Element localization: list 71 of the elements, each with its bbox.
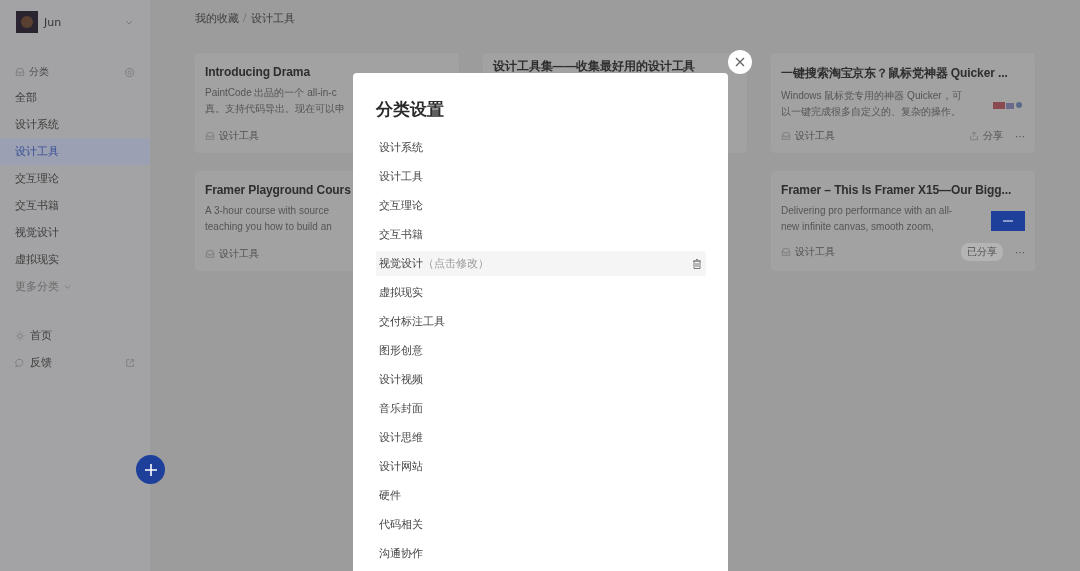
more-menu[interactable]: ··· xyxy=(1015,130,1025,142)
card-tag: 设计工具 xyxy=(795,129,835,143)
card-tag: 设计工具 xyxy=(219,247,259,261)
category-item[interactable]: 交互书籍 xyxy=(0,192,150,219)
tray-icon xyxy=(205,249,215,259)
sun-icon xyxy=(15,330,25,341)
category-name: 设计思维 xyxy=(379,430,424,445)
section-label: 分类 xyxy=(29,65,50,79)
tray-icon xyxy=(205,131,215,141)
dialog-title: 分类设置 xyxy=(376,98,445,121)
category-name: 交互书籍 xyxy=(379,227,424,242)
category-name: 设计工具 xyxy=(379,169,424,184)
speech-bubble-icon xyxy=(15,357,25,368)
category-name: 设计系统 xyxy=(379,140,424,155)
category-row[interactable]: 虚拟现实 xyxy=(376,280,706,305)
trash-icon xyxy=(691,257,703,270)
close-icon xyxy=(735,57,745,67)
chevron-down-icon xyxy=(63,282,72,291)
category-item[interactable]: 设计工具 xyxy=(0,138,150,165)
card-title: 设计工具集——收集最好用的设计工具 xyxy=(493,58,696,75)
nav-link[interactable]: 首页 xyxy=(30,328,135,343)
shared-badge[interactable]: 已分享 xyxy=(961,243,1003,261)
tray-icon xyxy=(15,67,25,77)
nav-link[interactable]: 反馈 xyxy=(30,355,120,370)
tray-icon xyxy=(781,247,791,257)
category-item[interactable]: 虚拟现实 xyxy=(0,246,150,273)
card-title: 一键搜索淘宝京东？鼠标党神器 Quicker ... xyxy=(781,65,1008,82)
share-icon xyxy=(969,131,979,141)
category-row[interactable]: 硬件 xyxy=(376,483,706,508)
breadcrumb-item: 设计工具 xyxy=(250,11,295,25)
settings-icon xyxy=(124,66,135,78)
category-name: 硬件 xyxy=(379,488,402,503)
external-link-icon xyxy=(125,357,135,368)
share-link[interactable]: 分享 xyxy=(983,129,1003,143)
category-row[interactable]: 音乐封面 xyxy=(376,396,706,421)
category-name: 图形创意 xyxy=(379,343,424,358)
category-name: 设计视频 xyxy=(379,372,424,387)
breadcrumb-item[interactable]: 我的收藏 xyxy=(195,11,239,25)
category-name: 音乐封面 xyxy=(379,401,424,416)
card-title: Framer Playground Cours xyxy=(205,183,351,197)
card-title: Introducing Drama xyxy=(205,65,310,79)
breadcrumb-separator: / xyxy=(243,11,247,25)
card-tag: 设计工具 xyxy=(219,129,259,143)
category-name: 设计网站 xyxy=(379,459,424,474)
category-name: 虚拟现实 xyxy=(379,285,424,300)
card-description: Delivering pro performance with an all- new infinite canvas, smooth zoom, xyxy=(781,204,953,234)
close-button[interactable] xyxy=(728,50,752,74)
card-title: Framer – This Is Framer X15—Our Bigg... xyxy=(781,183,1012,197)
more-menu[interactable]: ··· xyxy=(1015,246,1025,258)
category-item[interactable]: 视觉设计 xyxy=(0,219,150,246)
category-name: 沟通协作 xyxy=(379,546,424,561)
category-row[interactable]: 交付标注工具 xyxy=(376,309,706,334)
category-name: 交互理论 xyxy=(379,198,424,213)
category-row[interactable]: 代码相关 xyxy=(376,512,706,537)
tray-icon xyxy=(781,131,791,141)
category-item[interactable]: 全部 xyxy=(0,84,150,111)
user-name: Jun xyxy=(44,15,63,29)
category-row[interactable]: 设计网站 xyxy=(376,454,706,479)
card-description: A 3-hour course with source teaching you how to build an xyxy=(205,204,332,234)
category-name: 交付标注工具 xyxy=(379,314,446,329)
category-row[interactable]: 沟通协作 xyxy=(376,541,706,566)
category-name: 代码相关 xyxy=(379,517,424,532)
category-row[interactable]: 视觉设计（点击修改） xyxy=(376,251,706,276)
card-tag: 设计工具 xyxy=(795,245,835,259)
category-item[interactable]: 设计系统 xyxy=(0,111,150,138)
category-row[interactable]: 图形创意 xyxy=(376,338,706,363)
plus-icon xyxy=(143,462,158,477)
category-row[interactable]: 设计思维 xyxy=(376,425,706,450)
category-row[interactable]: 设计视频 xyxy=(376,367,706,392)
card-background[interactable]: Framer – This Is Framer X15—Our Bigg... Delivering pro performance with an all- new infinite canvas, smooth zoom, 设计工具 已分享 ··· xyxy=(771,171,1035,271)
category-item[interactable]: 交互理论 xyxy=(0,165,150,192)
